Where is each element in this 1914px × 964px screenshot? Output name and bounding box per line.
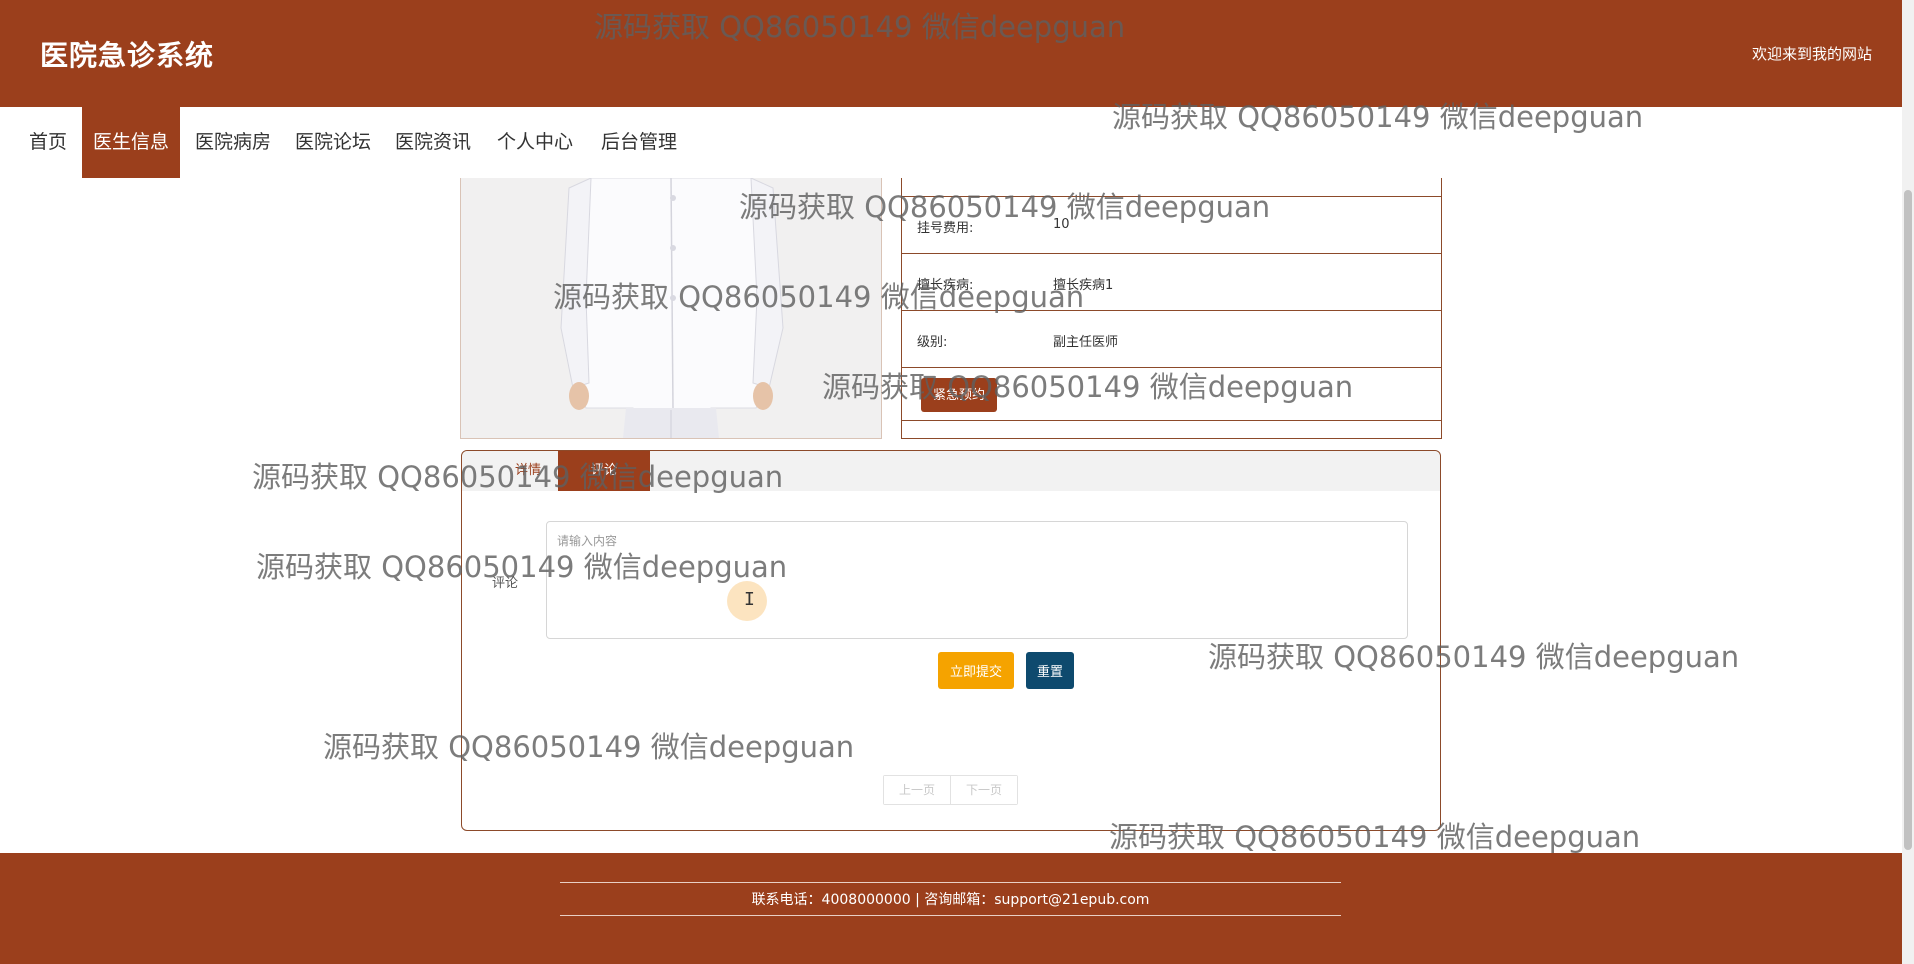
scrollbar-thumb[interactable] bbox=[1904, 190, 1912, 850]
specialty-label: 擅长疾病: bbox=[917, 278, 974, 293]
tab-comment[interactable]: 评论 bbox=[558, 451, 650, 491]
footer-divider-top bbox=[560, 882, 1341, 883]
level-value: 副主任医师 bbox=[1053, 335, 1119, 350]
info-row-top bbox=[902, 178, 1441, 197]
nav-item-admin[interactable]: 后台管理 bbox=[590, 107, 688, 178]
nav-item-personal-center[interactable]: 个人中心 bbox=[486, 107, 584, 178]
fee-value: 10 bbox=[1053, 217, 1070, 232]
page-scrollbar[interactable] bbox=[1902, 0, 1914, 964]
doctor-figure-image bbox=[461, 178, 881, 438]
welcome-text: 欢迎来到我的网站 bbox=[1751, 45, 1872, 63]
comment-panel: 详情 评论 评论 I 立即提交 重置 上一页 下一页 bbox=[461, 450, 1441, 831]
site-header: 医院急诊系统 欢迎来到我的网站 bbox=[0, 0, 1902, 107]
info-row-specialty: 擅长疾病: 擅长疾病1 bbox=[902, 254, 1441, 311]
site-footer: 联系电话：4008000000 | 咨询邮箱：support@21epub.co… bbox=[0, 853, 1902, 964]
text-cursor-icon: I bbox=[744, 589, 755, 610]
info-row-level: 级别: 副主任医师 bbox=[902, 311, 1441, 368]
next-page-button[interactable]: 下一页 bbox=[950, 776, 1017, 804]
specialty-value: 擅长疾病1 bbox=[1053, 278, 1114, 293]
nav-item-home[interactable]: 首页 bbox=[18, 107, 78, 178]
level-label: 级别: bbox=[917, 335, 948, 350]
emergency-appointment-button[interactable]: 紧急预约 bbox=[921, 378, 997, 412]
comment-textarea[interactable] bbox=[546, 521, 1408, 639]
prev-page-button[interactable]: 上一页 bbox=[884, 776, 950, 804]
fee-label: 挂号费用: bbox=[917, 221, 974, 236]
comment-field-label: 评论 bbox=[492, 576, 519, 591]
nav-item-wards[interactable]: 医院病房 bbox=[184, 107, 282, 178]
tab-detail[interactable]: 详情 bbox=[498, 451, 558, 491]
doctor-photo bbox=[460, 178, 882, 439]
nav-item-forum[interactable]: 医院论坛 bbox=[284, 107, 382, 178]
reset-button[interactable]: 重置 bbox=[1026, 652, 1074, 689]
footer-divider-bottom bbox=[560, 915, 1341, 916]
main-nav: 首页 医生信息 医院病房 医院论坛 医院资讯 个人中心 后台管理 bbox=[0, 107, 1902, 178]
submit-button[interactable]: 立即提交 bbox=[938, 652, 1014, 689]
info-row-fee: 挂号费用: 10 bbox=[902, 197, 1441, 254]
nav-item-doctor-info[interactable]: 医生信息 bbox=[82, 107, 181, 178]
site-title[interactable]: 医院急诊系统 bbox=[40, 34, 214, 74]
nav-item-news[interactable]: 医院资讯 bbox=[384, 107, 482, 178]
footer-contact: 联系电话：4008000000 | 咨询邮箱：support@21epub.co… bbox=[751, 892, 1150, 908]
tab-bar: 详情 评论 bbox=[462, 451, 1440, 491]
pagination: 上一页 下一页 bbox=[883, 775, 1018, 805]
